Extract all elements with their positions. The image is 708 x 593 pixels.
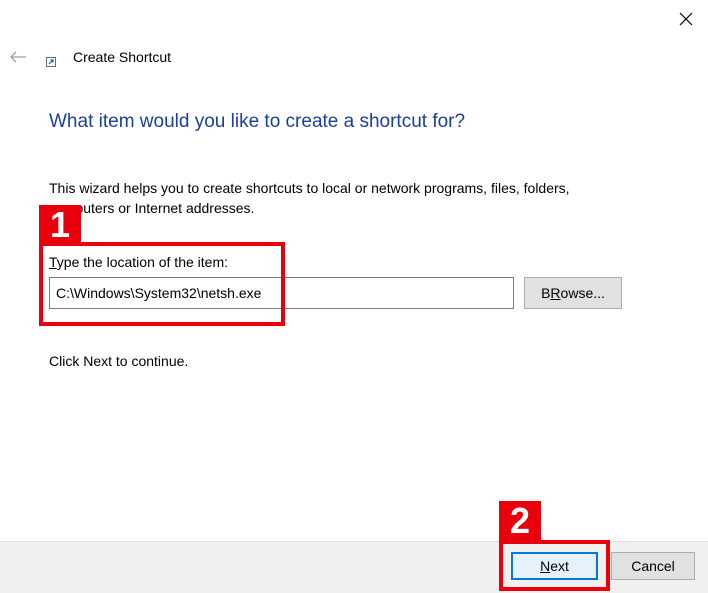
- location-label-accel: T: [49, 254, 57, 270]
- back-button[interactable]: [6, 46, 30, 68]
- continue-instruction: Click Next to continue.: [49, 353, 189, 369]
- shortcut-icon: [46, 57, 56, 67]
- cancel-label: Cancel: [631, 558, 675, 574]
- browse-label-post: owse...: [560, 285, 605, 301]
- next-label-rest: ext: [550, 558, 569, 574]
- window-title: Create Shortcut: [73, 49, 172, 65]
- cancel-button[interactable]: Cancel: [611, 552, 695, 580]
- browse-button[interactable]: B Rowse...: [524, 277, 622, 309]
- page-heading: What item would you like to create a sho…: [49, 111, 466, 132]
- wizard-description: This wizard helps you to create shortcut…: [49, 180, 570, 216]
- close-button[interactable]: [671, 5, 701, 33]
- create-shortcut-window: Create Shortcut What item would you like…: [0, 0, 708, 593]
- location-label-text: ype the location of the item:: [56, 254, 228, 270]
- back-arrow-icon: [10, 51, 26, 63]
- next-label-accel: N: [540, 558, 551, 574]
- location-label: Type the location of the item:: [49, 254, 228, 270]
- location-input[interactable]: [49, 277, 514, 309]
- annotation-step-2: 2: [499, 501, 541, 542]
- close-icon: [679, 12, 693, 26]
- next-button[interactable]: Next: [511, 552, 598, 580]
- browse-label-pre: B: [541, 285, 551, 301]
- browse-label-accel: R: [550, 285, 561, 301]
- footer-bar: [0, 541, 708, 593]
